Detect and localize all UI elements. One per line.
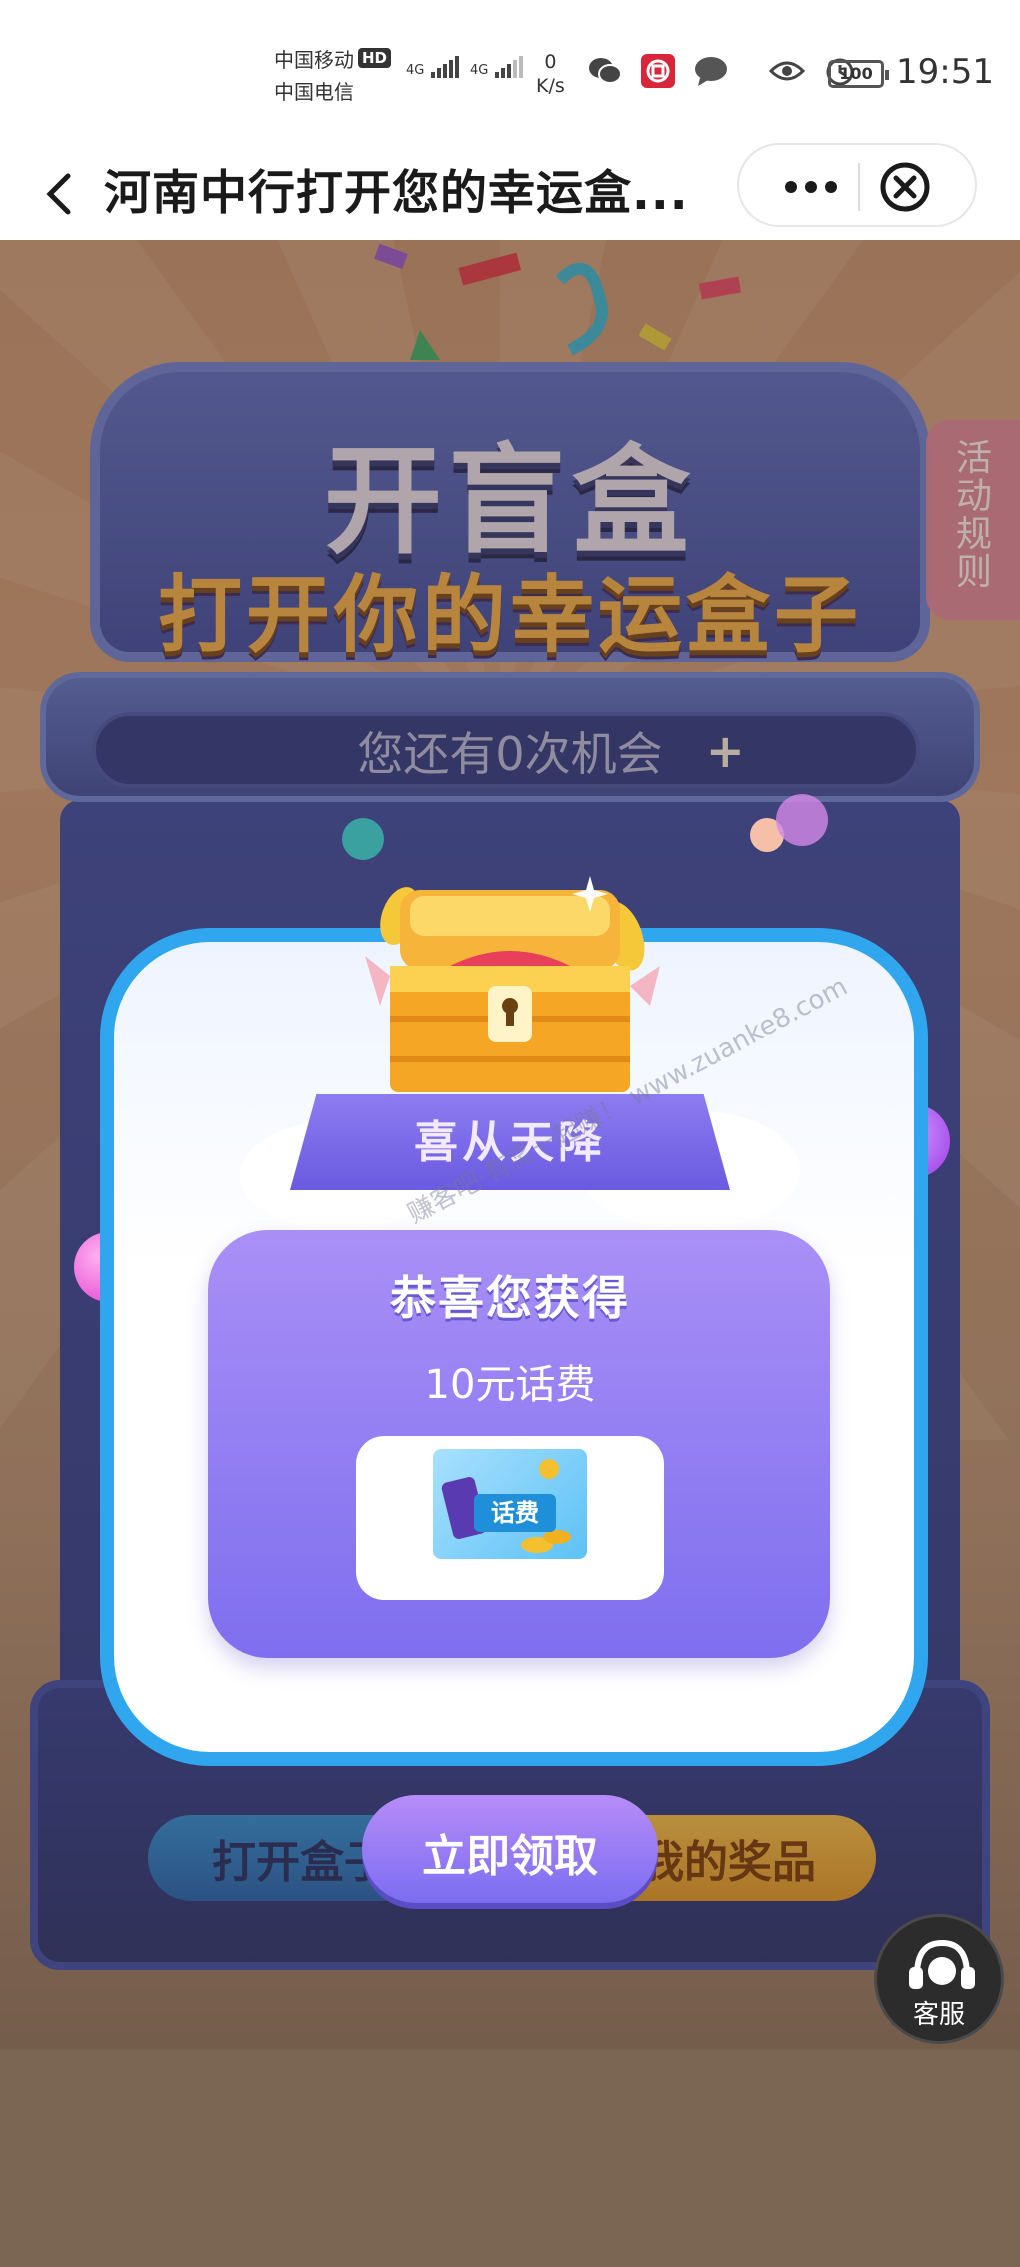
prize-name: 10元话费 <box>424 1362 596 1408</box>
close-button[interactable] <box>879 161 931 217</box>
title-bar: 河南中行打开您的幸运盒... <box>0 140 1020 240</box>
hd-badge: HD <box>358 48 392 68</box>
voucher-label: 话费 <box>474 1494 556 1532</box>
battery-icon: 100 <box>828 60 889 88</box>
carrier-2: 中国电信 <box>274 80 354 104</box>
signal-2-icon: 4G <box>470 56 525 82</box>
page-title: 河南中行打开您的幸运盒... <box>104 166 689 221</box>
carrier-info: 中国移动 HD 中国电信 <box>274 44 392 108</box>
back-button[interactable] <box>38 152 78 236</box>
back-arrow-icon <box>46 173 71 215</box>
status-time: 19:51 <box>896 52 994 92</box>
wechat-icon <box>588 56 622 90</box>
congrats-title: 恭喜您获得 <box>390 1271 630 1325</box>
more-button[interactable] <box>783 167 839 211</box>
decor-ball <box>776 794 828 846</box>
more-dots-icon <box>785 181 837 193</box>
claim-now-label: 立即领取 <box>422 1831 598 1882</box>
carrier-1: 中国移动 <box>274 48 354 72</box>
chat-bubble-icon <box>694 56 728 90</box>
capsule-divider <box>858 163 860 211</box>
treasure-chest-icon <box>360 856 660 1096</box>
decor-ball <box>342 818 384 860</box>
close-circle-icon <box>880 162 930 212</box>
headset-icon <box>909 1939 975 1989</box>
eye-icon <box>769 59 806 87</box>
customer-service-label: 客服 <box>912 2000 965 2030</box>
signal-1-icon: 4G <box>406 56 461 82</box>
status-bar: 中国移动 HD 中国电信 4G 4G 0 K/s 100 19:51 <box>0 0 1020 140</box>
page-bottom <box>0 2050 1020 2267</box>
net-speed: 0 K/s <box>536 51 565 97</box>
bank-icon <box>641 54 676 92</box>
mini-program-capsule <box>737 143 977 227</box>
